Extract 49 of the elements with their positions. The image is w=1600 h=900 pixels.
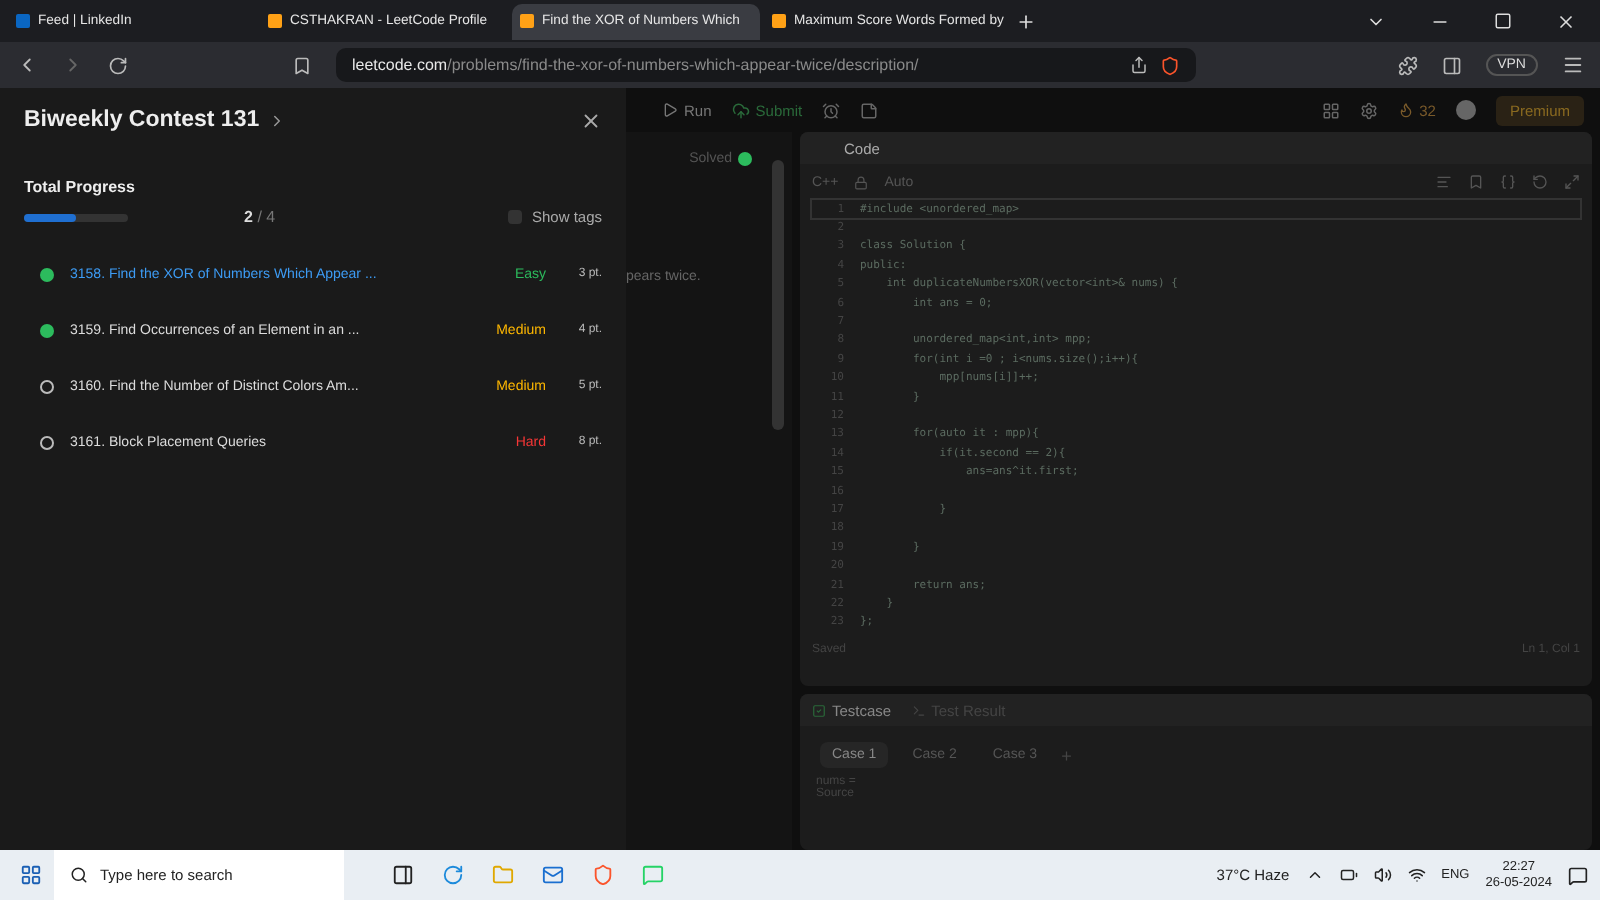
shield-icon <box>592 864 614 886</box>
maximize-icon <box>1494 11 1512 29</box>
bookmark-icon <box>292 55 312 75</box>
format-icon <box>1436 174 1452 190</box>
reload-icon <box>108 55 128 75</box>
site-icon <box>16 14 30 28</box>
shield-icon <box>1160 55 1180 75</box>
menu-icon <box>1562 54 1584 76</box>
terminal-icon <box>911 703 926 717</box>
grid-icon <box>1321 101 1340 119</box>
notification-icon <box>1568 865 1588 885</box>
volume-icon <box>1373 866 1392 884</box>
extensions-icon <box>1397 55 1418 75</box>
settings-icon <box>1359 101 1378 119</box>
cloud-upload-icon <box>731 101 750 119</box>
site-icon <box>268 14 282 28</box>
chat-icon <box>642 864 664 886</box>
chevron-icon <box>1305 866 1324 884</box>
checkbox-icon <box>812 703 826 717</box>
drawer-title: Biweekly Contest 131 <box>24 108 260 132</box>
mail-icon <box>542 864 564 886</box>
site-icon <box>520 14 534 28</box>
flame-icon <box>1397 102 1414 118</box>
status-dot <box>738 152 752 166</box>
note-icon <box>860 101 879 119</box>
sidebar-icon <box>1441 55 1462 75</box>
address-field[interactable]: leetcode.com/problems/find-the-xor-of-numbers-which-appear-twice/description/ <box>336 48 1196 82</box>
progress-label: Total Progress <box>24 178 137 196</box>
start-icon <box>20 864 42 886</box>
expand-icon <box>1564 174 1580 190</box>
play-icon <box>662 102 678 118</box>
wifi-icon <box>1407 866 1426 884</box>
task-view-icon <box>392 864 414 886</box>
site-icon <box>772 14 786 28</box>
search-icon <box>70 866 88 884</box>
braces-icon <box>1500 174 1516 190</box>
bookmark-icon <box>1468 174 1484 190</box>
folder-icon <box>492 864 514 886</box>
progress-count: 2 / 4 <box>244 208 276 226</box>
close-icon <box>580 109 602 131</box>
share-icon <box>1130 56 1148 74</box>
progress-bar <box>24 213 128 221</box>
avatar <box>1455 100 1476 120</box>
reset-icon <box>1532 174 1548 190</box>
close-icon <box>1556 11 1576 31</box>
battery-icon <box>1339 866 1358 884</box>
alarm-icon <box>822 101 841 119</box>
lock-icon <box>854 175 869 189</box>
new-tab-icon <box>1016 11 1036 31</box>
